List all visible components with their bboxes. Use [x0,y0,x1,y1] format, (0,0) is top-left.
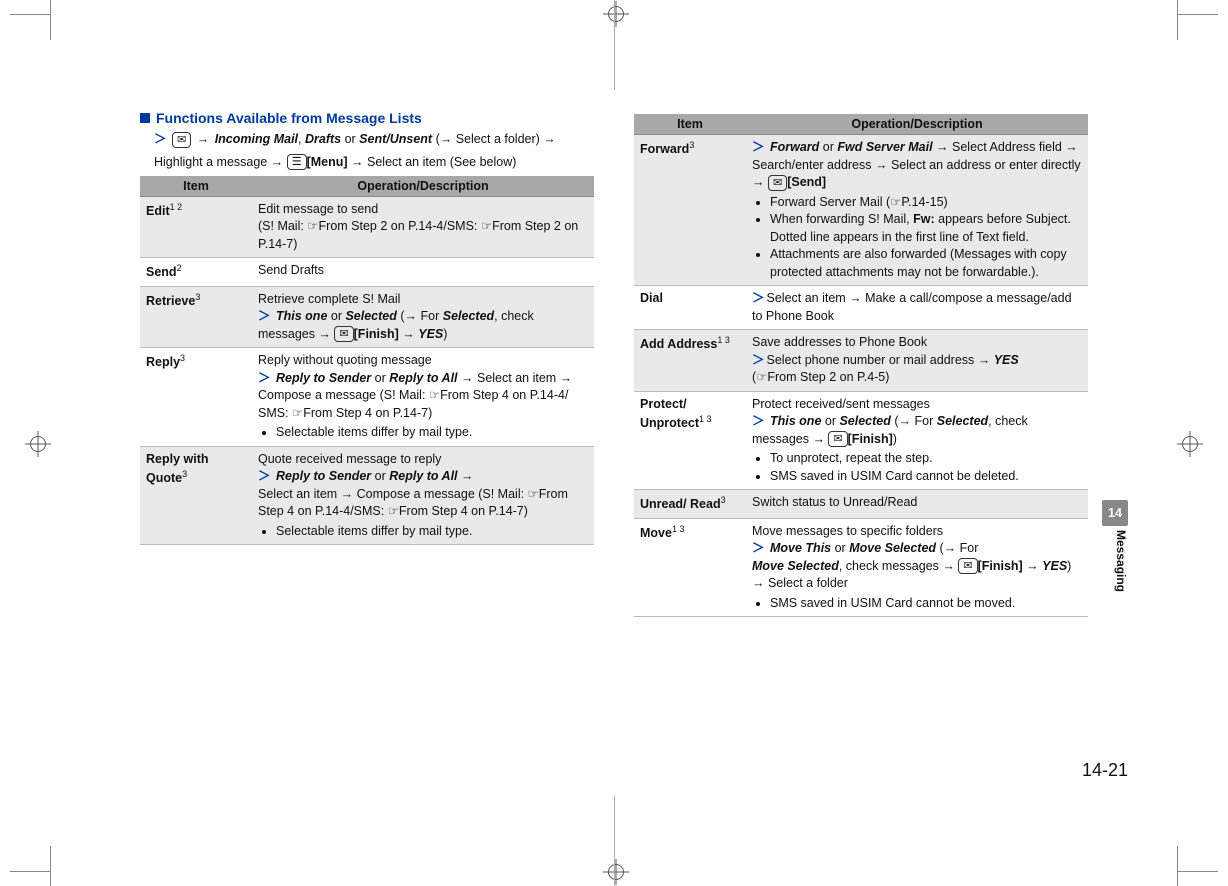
crop-mark [1177,0,1178,40]
registration-mark [608,864,624,880]
row-desc: Send Drafts [252,258,594,287]
table-row: Dial ＞Select an item → Make a call/compo… [634,286,1088,330]
page-number: 14-21 [1082,760,1128,781]
chevron-icon: ＞ [258,469,271,483]
row-desc: ＞Select an item → Make a call/compose a … [746,286,1088,330]
crop-mark [10,871,50,872]
registration-mark [1182,436,1198,452]
chevron-icon: ＞ [258,309,271,323]
menu-key-icon: ☰ [287,154,307,170]
right-column: Item Operation/Description Forward3 ＞ Fo… [634,110,1088,617]
mail-key-icon: ✉ [958,558,977,574]
mail-key-icon: ✉ [172,132,191,148]
col-header-item: Item [634,114,746,135]
chapter-tab: 14 [1102,500,1128,526]
chevron-icon: ＞ [154,132,167,146]
row-desc: Switch status to Unread/Read [746,490,1088,519]
chevron-icon: ＞ [752,291,765,305]
intro-line-1: ＞ ✉ → Incoming Mail, Drafts or Sent/Unse… [154,130,594,149]
row-item: Move1 3 [634,518,746,617]
row-desc: Save addresses to Phone Book ＞Select pho… [746,330,1088,392]
row-desc: Reply without quoting message ＞ Reply to… [252,348,594,447]
row-item: Retrieve3 [140,286,252,348]
row-desc: Move messages to specific folders ＞ Move… [746,518,1088,617]
intro-text: (→ Select a folder) → [436,132,556,146]
left-column: Functions Available from Message Lists ＞… [140,110,594,617]
bullet-item: SMS saved in USIM Card cannot be deleted… [770,468,1082,486]
mail-key-icon: ✉ [334,326,353,342]
table-row: Reply with Quote3 Quote received message… [140,446,594,545]
row-item: Edit1 2 [140,196,252,258]
bullet-item: SMS saved in USIM Card cannot be moved. [770,595,1082,613]
row-item: Reply with Quote3 [140,446,252,545]
intro-text: Incoming Mail [215,132,298,146]
intro-text: [Menu] [307,155,348,169]
bullet-item: Selectable items differ by mail type. [276,424,588,442]
registration-mark [608,6,624,22]
row-item: Send2 [140,258,252,287]
square-bullet-icon [140,113,150,123]
table-row: Unread/ Read3 Switch status to Unread/Re… [634,490,1088,519]
table-row: Reply3 Reply without quoting message ＞ R… [140,348,594,447]
heading-text: Functions Available from Message Lists [156,110,422,126]
table-row: Edit1 2 Edit message to send (S! Mail: ☞… [140,196,594,258]
table-row: Forward3 ＞ Forward or Fwd Server Mail → … [634,135,1088,286]
table-row: Add Address1 3 Save addresses to Phone B… [634,330,1088,392]
crop-mark [50,0,51,40]
mail-key-icon: ✉ [828,431,847,447]
row-item: Forward3 [634,135,746,286]
row-item: Dial [634,286,746,330]
bullet-item: Forward Server Mail (☞P.14-15) [770,194,1082,212]
section-heading: Functions Available from Message Lists [140,110,594,126]
chevron-icon: ＞ [258,371,271,385]
table-row: Move1 3 Move messages to specific folder… [634,518,1088,617]
row-item: Protect/ Unprotect1 3 [634,391,746,490]
intro-text: Drafts [305,132,341,146]
row-desc: Quote received message to reply ＞ Reply … [252,446,594,545]
row-item: Unread/ Read3 [634,490,746,519]
crop-mark [614,796,615,886]
chevron-icon: ＞ [752,414,765,428]
chevron-icon: ＞ [752,140,765,154]
row-desc: Retrieve complete S! Mail ＞ This one or … [252,286,594,348]
crop-mark [1177,846,1178,886]
col-header-item: Item [140,176,252,197]
intro-text: Sent/Unsent [359,132,432,146]
table-header-row: Item Operation/Description [634,114,1088,135]
row-desc: Edit message to send (S! Mail: ☞From Ste… [252,196,594,258]
row-desc: Protect received/sent messages ＞ This on… [746,391,1088,490]
crop-mark [10,14,50,15]
functions-table-right: Item Operation/Description Forward3 ＞ Fo… [634,114,1088,617]
crop-mark [1178,14,1218,15]
bullet-item: Attachments are also forwarded (Messages… [770,246,1082,281]
bullet-item: To unprotect, repeat the step. [770,450,1082,468]
bullet-item: Selectable items differ by mail type. [276,523,588,541]
crop-mark [1178,871,1218,872]
row-item: Reply3 [140,348,252,447]
mail-key-icon: ✉ [768,175,787,191]
chapter-label: Messaging [1114,530,1128,592]
table-row: Protect/ Unprotect1 3 Protect received/s… [634,391,1088,490]
table-row: Retrieve3 Retrieve complete S! Mail ＞ Th… [140,286,594,348]
registration-mark [30,436,46,452]
table-header-row: Item Operation/Description [140,176,594,197]
functions-table-left: Item Operation/Description Edit1 2 Edit … [140,176,594,546]
chevron-icon: ＞ [752,541,765,555]
col-header-op: Operation/Description [746,114,1088,135]
row-desc: ＞ Forward or Fwd Server Mail → Select Ad… [746,135,1088,286]
bullet-item: When forwarding S! Mail, Fw: appears bef… [770,211,1082,246]
intro-text: → Select an item (See below) [351,155,516,169]
row-item: Add Address1 3 [634,330,746,392]
chevron-icon: ＞ [752,353,765,367]
table-row: Send2 Send Drafts [140,258,594,287]
intro-line-2: Highlight a message → ☰[Menu] → Select a… [154,153,594,172]
col-header-op: Operation/Description [252,176,594,197]
intro-text: Highlight a message → [154,155,283,169]
crop-mark [614,0,615,90]
crop-mark [50,846,51,886]
